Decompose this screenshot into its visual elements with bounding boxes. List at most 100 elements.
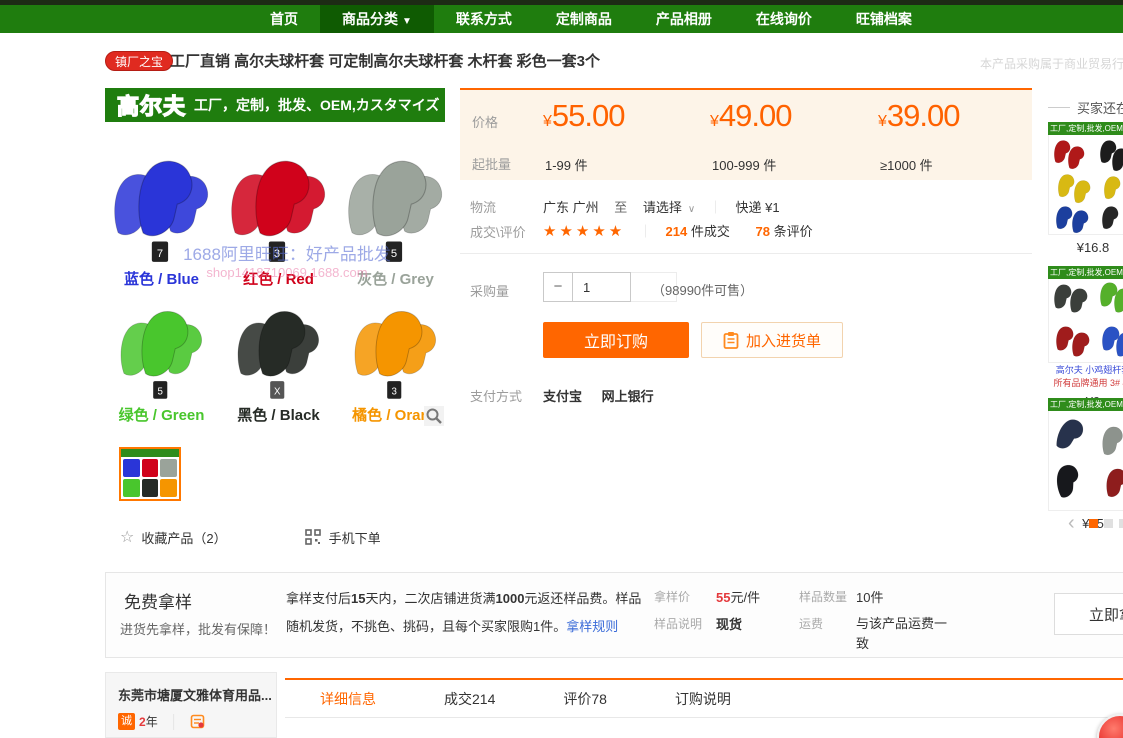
- tab-reviews[interactable]: 评价78: [563, 689, 607, 709]
- main-nav: 首页 商品分类▼ 联系方式 定制商品 产品相册 在线询价 旺铺档案: [0, 5, 1123, 33]
- banner-text: 工厂，定制，批发、OEM,カスタマイズ: [194, 95, 439, 115]
- headcover-image-blue: 7: [110, 148, 214, 268]
- nav-home[interactable]: 首页: [248, 5, 320, 33]
- review-count[interactable]: 78: [755, 224, 769, 239]
- deal-rating-label: 成交\评价: [470, 222, 526, 241]
- store-card[interactable]: 东莞市塘厦文雅体育用品... 诚 2年 ｜: [105, 672, 277, 738]
- add-to-purchase-list-button[interactable]: 加入进货单: [701, 322, 843, 358]
- pager-dot[interactable]: [1119, 519, 1123, 528]
- deal-count[interactable]: 214: [666, 224, 688, 239]
- deal-rating-value: ★★★★★ ｜ 214 件成交 78 条评价: [543, 221, 813, 240]
- to-label: 至: [614, 200, 627, 215]
- free-sample-section: 免费拿样 进货先拿样，批发有保障！ 拿样支付后15天内，二次店铺进货满1000元…: [105, 572, 1123, 658]
- pager-dot-active[interactable]: [1089, 519, 1098, 528]
- tab-order-notes[interactable]: 订购说明: [675, 689, 731, 709]
- header-dash: [1048, 107, 1070, 108]
- related-product-1[interactable]: 工厂,定制,批发,OEM ¥16.8: [1048, 122, 1123, 255]
- nav-inquiry[interactable]: 在线询价: [734, 5, 834, 33]
- headcover-image-black: X: [227, 300, 331, 404]
- related-price-1: ¥16.8: [1048, 235, 1123, 255]
- product-title: 工厂直销 高尔夫球杆套 可定制高尔夫球杆套 木杆套 彩色一套3个: [170, 50, 600, 71]
- color-option-grey[interactable]: 5 灰色 / Grey: [339, 148, 452, 289]
- store-years: 2年: [139, 713, 158, 730]
- color-label-red: 红色 / Red: [222, 268, 335, 289]
- sample-title: 免费拿样: [124, 588, 192, 613]
- express-fee: 快递 ¥1: [736, 200, 780, 215]
- logistics-value: 广东 广州 至 请选择∨ ｜ 快递 ¥1: [543, 197, 780, 216]
- clipboard-icon: [723, 331, 739, 349]
- nav-categories[interactable]: 商品分类▼: [320, 5, 434, 33]
- svg-text:5: 5: [390, 248, 396, 260]
- tier-qty-3: ≥1000 件: [880, 155, 933, 174]
- origin-city: 广东 广州: [543, 200, 599, 215]
- price-label: 价格: [472, 112, 498, 131]
- related-product-2[interactable]: 工厂,定制,批发,OEM 高尔夫 小鸡翅杆套 所有品牌通用 3# 4# ¥9: [1048, 266, 1123, 409]
- banner-brand: 高尔夫: [117, 89, 186, 121]
- sample-ship-value: 与该产品运费一致: [856, 614, 948, 654]
- color-option-red[interactable]: 3 红色 / Red: [222, 148, 335, 289]
- sample-qty-label: 样品数量: [799, 588, 847, 605]
- color-option-blue[interactable]: 7 蓝色 / Blue: [105, 148, 218, 289]
- related-banner: 工厂,定制,批发,OEM: [1048, 266, 1123, 279]
- sample-description: 拿样支付后15天内，二次店铺进货满1000元返还样品费。样品 随机发货，不挑色、…: [286, 585, 666, 641]
- related-caption-1: 高尔夫 小鸡翅杆套: [1048, 363, 1123, 376]
- shop-treasure-badge: 镇厂之宝: [105, 51, 173, 71]
- store-name: 东莞市塘厦文雅体育用品...: [118, 685, 272, 704]
- divider: ｜: [709, 200, 722, 215]
- pager-dot[interactable]: [1104, 519, 1113, 528]
- divider-line: [460, 253, 1032, 254]
- nav-album[interactable]: 产品相册: [634, 5, 734, 33]
- price-tier-3: ¥39.00 ≥1000 件: [878, 98, 1038, 134]
- qr-code-icon: [305, 529, 321, 545]
- quantity-input[interactable]: [573, 272, 631, 302]
- color-label-grey: 灰色 / Grey: [339, 268, 452, 289]
- related-image-1: [1048, 135, 1123, 235]
- currency-symbol: ¥: [710, 113, 719, 130]
- gallery-thumbnail-selected[interactable]: [119, 447, 181, 501]
- tab-detail-info[interactable]: 详细信息: [320, 689, 376, 709]
- currency-symbol: ¥: [878, 113, 887, 130]
- payment-methods: 支付宝 网上银行: [543, 386, 670, 405]
- favorite-product-link[interactable]: 收藏产品（2）: [141, 528, 226, 547]
- sample-price-value: 55元/件: [716, 587, 760, 606]
- headcover-image-green: 5: [110, 300, 214, 404]
- related-caption-2: 所有品牌通用 3# 4#: [1048, 376, 1123, 389]
- nav-contact[interactable]: 联系方式: [434, 5, 534, 33]
- rating-stars-icon: ★★★★★: [543, 223, 625, 240]
- sample-price-label: 拿样价: [654, 588, 690, 605]
- headcover-image-orange: 3: [344, 300, 448, 404]
- get-sample-button[interactable]: 立即拿样: [1054, 593, 1123, 635]
- price-box: 价格 起批量 ¥55.00 1-99 件 ¥49.00 100-999 件 ¥3…: [460, 88, 1032, 180]
- thumbnail-banner: [121, 449, 179, 457]
- payment-alipay[interactable]: 支付宝: [543, 389, 582, 404]
- related-image-3: [1048, 411, 1123, 511]
- nav-archive[interactable]: 旺铺档案: [834, 5, 934, 33]
- related-product-3[interactable]: 工厂,定制,批发,OEM ¥15: [1048, 398, 1123, 531]
- svg-text:X: X: [274, 386, 281, 397]
- divider: ｜: [166, 709, 182, 733]
- page: 首页 商品分类▼ 联系方式 定制商品 产品相册 在线询价 旺铺档案 镇厂之宝 工…: [0, 0, 1123, 738]
- mobile-order-link[interactable]: 手机下单: [329, 528, 381, 547]
- moq-label: 起批量: [472, 154, 511, 173]
- destination-select[interactable]: 请选择∨: [643, 200, 695, 215]
- magnifier-icon[interactable]: [424, 406, 444, 426]
- sample-desc-value: 现货: [716, 614, 742, 633]
- related-image-2: [1048, 279, 1123, 363]
- price-tier-1: ¥55.00 1-99 件: [543, 98, 703, 134]
- color-label-green: 绿色 / Green: [105, 404, 218, 425]
- payment-netbank[interactable]: 网上银行: [602, 389, 654, 404]
- price-tier-2: ¥49.00 100-999 件: [710, 98, 870, 134]
- star-outline-icon[interactable]: ☆: [120, 527, 134, 547]
- color-option-green[interactable]: 5 绿色 / Green: [105, 300, 218, 425]
- quantity-minus-button[interactable]: −: [543, 272, 573, 302]
- sample-subtitle: 进货先拿样，批发有保障！: [120, 619, 276, 638]
- logistics-label: 物流: [470, 197, 496, 216]
- favorite-row: ☆ 收藏产品（2） 手机下单: [120, 527, 381, 547]
- color-option-black[interactable]: X 黑色 / Black: [222, 300, 335, 425]
- nav-custom[interactable]: 定制商品: [534, 5, 634, 33]
- sample-rule-link[interactable]: 拿样规则: [566, 619, 618, 634]
- tab-deals[interactable]: 成交214: [444, 689, 495, 709]
- order-now-button[interactable]: 立即订购: [543, 322, 689, 358]
- pager-prev-icon[interactable]: ‹: [1068, 516, 1075, 530]
- review-unit: 条评价: [774, 224, 813, 239]
